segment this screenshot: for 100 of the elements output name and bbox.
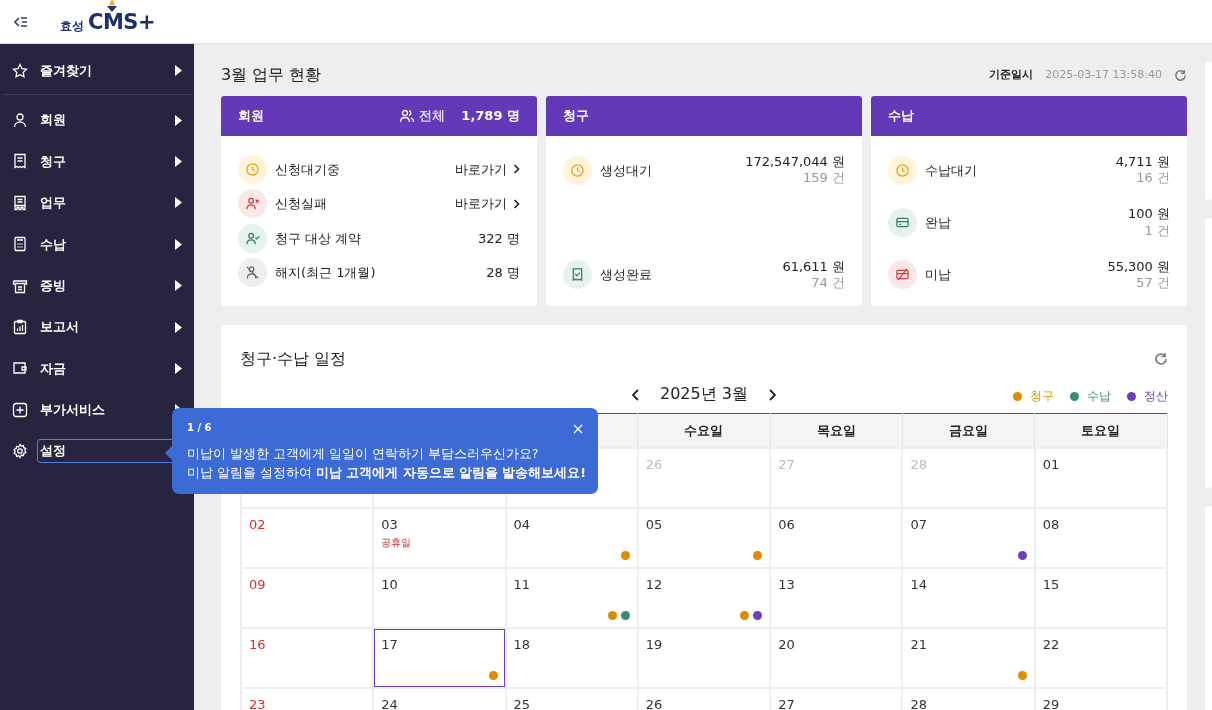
day-cell[interactable]: 17 [374,628,505,687]
clock-icon [570,162,585,178]
day-cell[interactable]: 29 [1035,688,1166,710]
day-cell[interactable]: 10 [374,568,505,627]
holiday-label: 공휴일 [381,537,412,548]
card-icon [895,215,910,230]
day-cell[interactable]: 19 [638,628,770,687]
reference-label: 기준일시 [989,66,1034,83]
sidebar-item[interactable]: 부가서비스 [37,398,175,422]
caret-icon[interactable] [175,114,182,126]
day-number: 24 [381,696,398,710]
shortcut-link[interactable]: 바로가기 [455,159,520,179]
day-number: 22 [1042,636,1060,652]
logo-text: 효성 [60,17,84,35]
day-cell[interactable]: 28 [903,688,1034,710]
day-cell[interactable]: 11 [506,568,637,627]
row-label: 신청대기중 [275,160,341,179]
shortcut-link[interactable]: 바로가기 [455,194,520,214]
day-number: 20 [778,636,795,652]
day-number: 08 [1042,516,1060,532]
day-number: 25 [513,696,531,710]
total-value: 1,789 명 [461,107,520,126]
day-cell[interactable]: 20 [771,628,902,687]
day-cell[interactable]: 23 [242,688,373,710]
refresh-icon[interactable] [1154,352,1168,366]
tooltip-text: 미납 알림을 설정하여 미납 고객에게 자동으로 알림을 발송해보세요! [187,463,587,482]
amount-value: 100 원 [1128,206,1170,223]
day-cell[interactable]: 07 [903,508,1034,567]
day-cell[interactable]: 18 [506,628,637,687]
caret-icon[interactable] [175,238,182,250]
day-number: 09 [249,576,266,592]
day-number: 02 [249,516,266,532]
weekday-header: 목요일 [816,422,856,438]
day-cell[interactable]: 15 [1035,568,1166,627]
card-slash-icon [895,267,910,283]
card-title: 수납 [888,107,914,126]
caret-icon[interactable] [175,321,182,333]
sidebar-item[interactable]: 수납 [37,232,175,256]
weekday-header: 수요일 [684,422,724,438]
collapse-menu-icon[interactable] [14,15,28,28]
day-number: 21 [910,636,927,652]
count-value: 1 건 [1143,222,1170,239]
day-number: 17 [381,636,398,652]
day-cell[interactable]: 24 [374,688,505,710]
day-cell[interactable]: 08 [1035,508,1166,567]
refresh-icon[interactable] [1174,68,1187,82]
row-label: 수납대기 [925,161,978,180]
caret-icon[interactable] [175,280,182,292]
day-cell[interactable]: 12 [638,568,770,627]
day-number: 28 [910,696,927,710]
day-cell[interactable]: 02 [242,508,373,567]
sidebar-item[interactable]: 보고서 [37,315,175,339]
star-icon [12,62,28,79]
day-cell[interactable]: 03 공휴일 [374,508,505,567]
day-cell[interactable]: 04 [506,508,637,567]
total-label: 전체 [419,107,446,126]
logo-mark-icon [105,0,119,14]
day-number: 18 [513,636,531,652]
day-number: 05 [645,516,663,532]
people-icon [399,108,416,124]
caret-icon[interactable] [175,362,182,374]
day-cell[interactable]: 01 [1035,448,1166,507]
day-cell[interactable]: 21 [903,628,1034,687]
day-number: 04 [513,516,531,532]
chevron-left-icon [632,388,640,401]
day-cell[interactable]: 09 [242,568,373,627]
amount-value: 4,711 원 [1115,154,1170,171]
day-cell[interactable]: 26 [638,688,770,710]
day-cell[interactable]: 14 [903,568,1034,627]
sidebar-item[interactable]: 자금 [37,356,175,381]
day-cell[interactable]: 06 [771,508,902,567]
legend-label: 수납 [1087,388,1111,405]
tooltip-text: 미납이 발생한 고객에게 일일이 연락하기 부담스러우신가요? [187,445,539,463]
day-cell[interactable]: 05 [638,508,770,567]
sidebar-item[interactable]: 즐겨찾기 [37,58,175,83]
caret-icon[interactable] [175,155,182,167]
clock-icon [895,162,910,178]
sidebar-item[interactable]: 회원 [37,108,175,132]
plus-square-icon [12,401,28,418]
day-number: 03 [381,516,398,532]
day-number: 13 [778,576,795,592]
chevron-right-icon [513,198,520,209]
day-cell[interactable]: 27 [771,688,902,710]
caret-icon[interactable] [175,197,182,209]
day-number: 27 [778,456,795,472]
sidebar-item[interactable]: 업무 [37,191,175,215]
day-cell[interactable]: 22 [1035,628,1166,687]
day-cell[interactable]: 16 [242,628,373,687]
sidebar-item[interactable]: 청구 [37,149,175,174]
section-title: 청구·수납 일정 [240,348,347,370]
day-number: 16 [249,636,266,652]
caret-icon[interactable] [175,65,182,77]
sidebar-item[interactable]: 증빙 [37,273,175,298]
day-number: 15 [1042,576,1060,592]
calculator-icon [12,236,28,253]
day-number: 27 [778,696,795,710]
day-cell[interactable]: 25 [506,688,637,710]
day-cell[interactable]: 13 [771,568,902,627]
legend-label: 청구 [1030,388,1054,405]
day-number: 28 [910,456,927,472]
